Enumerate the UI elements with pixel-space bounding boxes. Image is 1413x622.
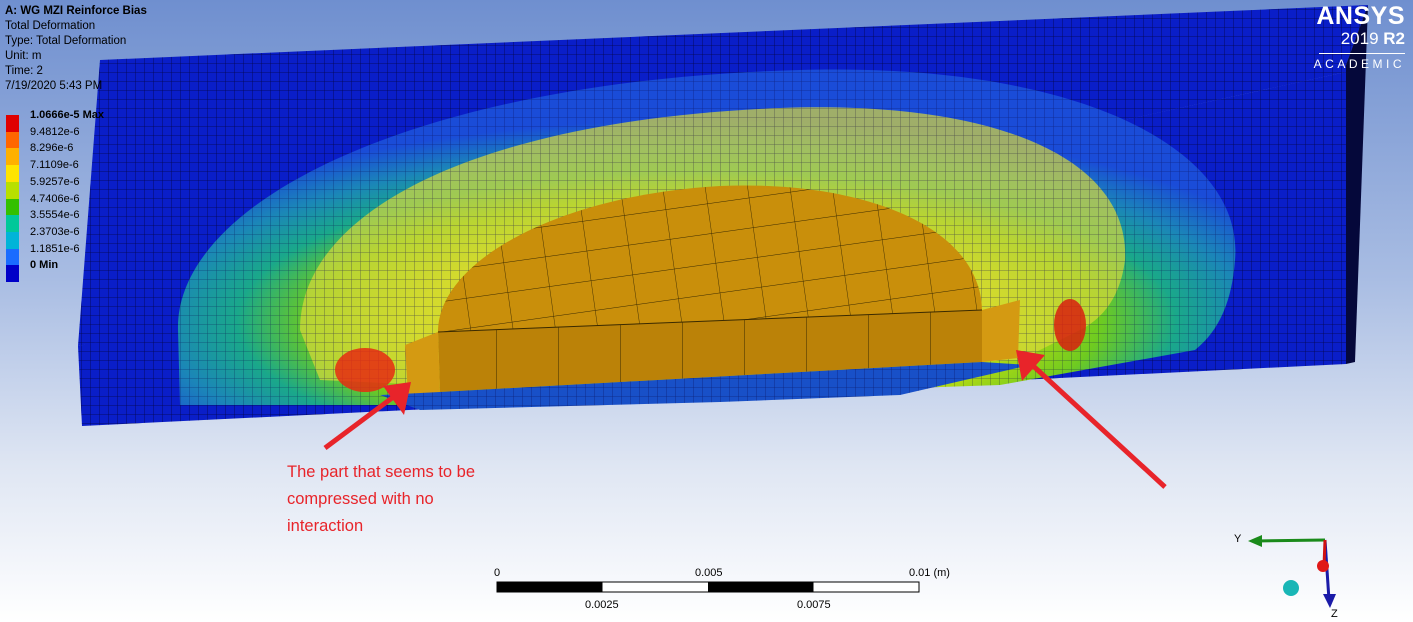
legend-label: 1.0666e-5 Max [30, 109, 104, 121]
max-deformation-right [1054, 299, 1086, 351]
model-viewport[interactable]: A: WG MZI Reinforce Bias Total Deformati… [0, 0, 1413, 622]
analysis-title: A: WG MZI Reinforce Bias [5, 5, 147, 17]
legend-swatch [6, 115, 19, 132]
ansys-logo: ANSYS 2019 R2 ACADEMIC [1314, 3, 1405, 71]
result-info-panel: A: WG MZI Reinforce Bias Total Deformati… [5, 4, 147, 94]
legend-label: 5.9257e-6 [30, 175, 80, 188]
info-line: Type: Total Deformation [5, 35, 127, 47]
annotation-note: The part that seems to be compressed wit… [287, 463, 476, 535]
max-deformation-left [335, 348, 395, 392]
scale-label: 0.0025 [585, 599, 619, 611]
scale-label: 0.005 [695, 567, 723, 579]
scale-bar-graphic [496, 581, 920, 593]
legend-label: 4.7406e-6 [30, 192, 80, 205]
scale-label: 0 [494, 567, 501, 579]
legend-swatch [6, 231, 19, 249]
legend-label: 7.1109e-6 [30, 159, 79, 172]
legend-swatch [6, 165, 19, 183]
triad-z-label: Z [1331, 608, 1338, 620]
legend-swatch [6, 148, 19, 166]
info-line: Total Deformation [5, 20, 96, 32]
coordinate-triad [1248, 535, 1336, 608]
legend-swatch [6, 215, 19, 233]
brand-name: ANSYS [1316, 2, 1405, 30]
brand-edition: ACADEMIC [1313, 57, 1405, 71]
brand-version: 2019 R2 [1340, 29, 1405, 48]
legend-label: 8.296e-6 [30, 142, 74, 155]
triad-y-label: Y [1234, 533, 1242, 545]
legend-swatch [6, 198, 19, 216]
info-line: Time: 2 [5, 65, 43, 77]
legend-label: 0 Min [30, 259, 59, 272]
info-line: Unit: m [5, 50, 42, 62]
legend-swatch [6, 131, 19, 149]
legend-swatch [6, 265, 19, 283]
legend-swatch [6, 181, 19, 199]
legend-label: 1.1851e-6 [30, 242, 80, 255]
info-line: 7/19/2020 5:43 PM [5, 80, 103, 92]
legend-label: 3.5554e-6 [30, 209, 80, 222]
legend-label: 2.3703e-6 [30, 225, 80, 238]
scale-label: 0.0075 [797, 599, 831, 611]
legend-label: 9.4812e-6 [30, 125, 80, 138]
mesh-model-view [78, 5, 1368, 608]
scale-label: 0.01 (m) [909, 567, 950, 579]
legend-swatch [6, 248, 19, 266]
